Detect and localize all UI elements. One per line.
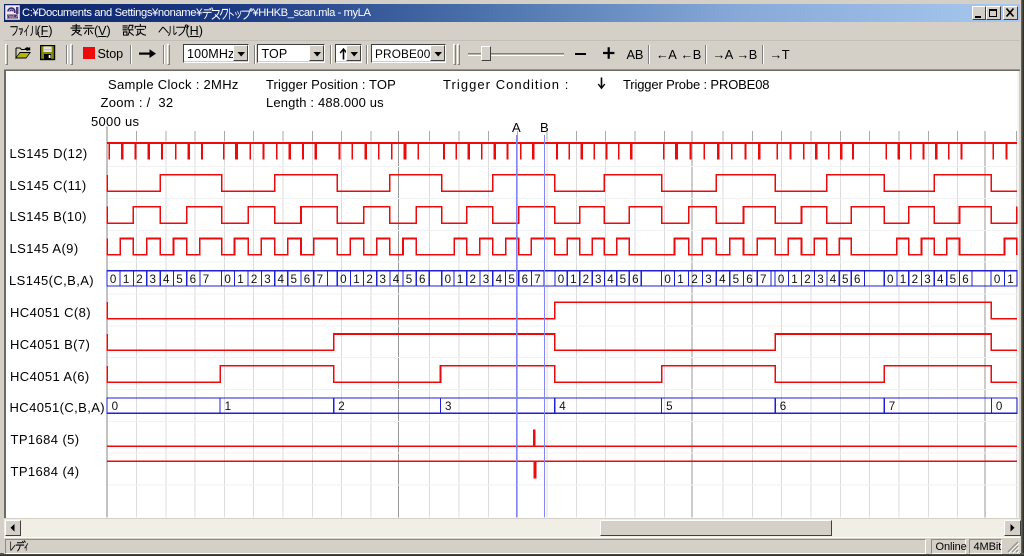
- svg-text:0: 0: [112, 400, 118, 413]
- svg-text:1: 1: [791, 273, 797, 286]
- svg-text:0: 0: [996, 400, 1002, 413]
- svg-text:2: 2: [691, 273, 697, 286]
- svg-text:5: 5: [291, 273, 297, 286]
- svg-text:6: 6: [419, 273, 425, 286]
- svg-text:5: 5: [406, 273, 412, 286]
- svg-text:3: 3: [595, 273, 601, 286]
- svg-text:5: 5: [950, 273, 956, 286]
- svg-text:7: 7: [889, 400, 895, 413]
- svg-text:1: 1: [353, 273, 359, 286]
- svg-text:3: 3: [380, 273, 386, 286]
- svg-text:3: 3: [924, 273, 930, 286]
- svg-text:6: 6: [304, 273, 310, 286]
- svg-text:4: 4: [830, 273, 837, 286]
- svg-text:1: 1: [123, 273, 129, 286]
- svg-text:6: 6: [190, 273, 196, 286]
- svg-text:4: 4: [496, 273, 503, 286]
- svg-text:0: 0: [887, 273, 893, 286]
- svg-text:5: 5: [508, 273, 514, 286]
- svg-text:0: 0: [778, 273, 784, 286]
- svg-text:1: 1: [1007, 273, 1013, 286]
- svg-text:3: 3: [705, 273, 711, 286]
- svg-text:7: 7: [534, 273, 540, 286]
- svg-text:4: 4: [937, 273, 944, 286]
- svg-text:7: 7: [203, 273, 209, 286]
- svg-text:3: 3: [264, 273, 270, 286]
- svg-text:0: 0: [558, 273, 564, 286]
- svg-text:0: 0: [664, 273, 670, 286]
- svg-text:3: 3: [150, 273, 156, 286]
- svg-text:5: 5: [176, 273, 182, 286]
- svg-text:1: 1: [677, 273, 683, 286]
- svg-text:6: 6: [746, 273, 752, 286]
- svg-text:6: 6: [632, 273, 638, 286]
- svg-text:5: 5: [620, 273, 626, 286]
- svg-text:6: 6: [962, 273, 968, 286]
- svg-text:4: 4: [163, 273, 170, 286]
- svg-text:2: 2: [912, 273, 918, 286]
- svg-text:0: 0: [224, 273, 230, 286]
- svg-text:2: 2: [470, 273, 476, 286]
- svg-text:6: 6: [780, 400, 786, 413]
- svg-text:1: 1: [237, 273, 243, 286]
- svg-text:4: 4: [393, 273, 400, 286]
- svg-text:2: 2: [366, 273, 372, 286]
- svg-text:3: 3: [817, 273, 823, 286]
- svg-text:5: 5: [842, 273, 848, 286]
- svg-text:7: 7: [317, 273, 323, 286]
- svg-text:3: 3: [483, 273, 489, 286]
- svg-text:4: 4: [719, 273, 726, 286]
- svg-text:0: 0: [110, 273, 116, 286]
- svg-text:0: 0: [445, 273, 451, 286]
- svg-text:1: 1: [457, 273, 463, 286]
- svg-text:1: 1: [225, 400, 231, 413]
- svg-text:7: 7: [760, 273, 766, 286]
- svg-text:4: 4: [559, 400, 566, 413]
- svg-text:5: 5: [666, 400, 672, 413]
- svg-text:4: 4: [278, 273, 285, 286]
- svg-text:1: 1: [570, 273, 576, 286]
- svg-text:2: 2: [251, 273, 257, 286]
- svg-text:2: 2: [338, 400, 344, 413]
- svg-text:6: 6: [522, 273, 528, 286]
- svg-text:4: 4: [607, 273, 614, 286]
- svg-text:6: 6: [854, 273, 860, 286]
- svg-text:1: 1: [900, 273, 906, 286]
- svg-text:2: 2: [136, 273, 142, 286]
- svg-text:0: 0: [994, 273, 1000, 286]
- svg-text:3: 3: [445, 400, 451, 413]
- svg-text:2: 2: [583, 273, 589, 286]
- svg-text:2: 2: [804, 273, 810, 286]
- svg-text:0: 0: [340, 273, 346, 286]
- svg-text:5: 5: [733, 273, 739, 286]
